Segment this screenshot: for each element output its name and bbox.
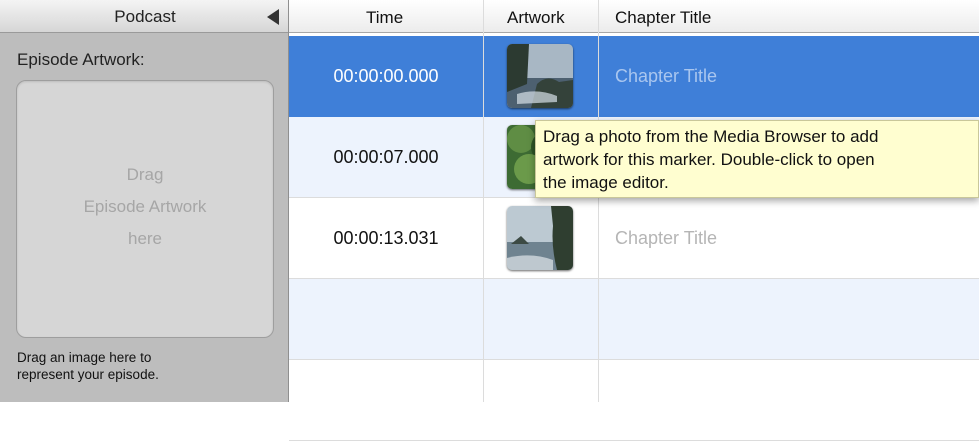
hint-line-1: Drag an image here to: [17, 350, 152, 365]
column-divider: [598, 0, 599, 402]
column-header-artwork[interactable]: Artwork: [507, 8, 565, 28]
column-header-time[interactable]: Time: [366, 8, 403, 28]
table-row[interactable]: 00:00:00.000 Chapter Title: [289, 36, 979, 117]
time-cell[interactable]: 00:00:13.031: [291, 228, 481, 249]
table-header: Time Artwork Chapter Title: [289, 0, 979, 33]
table-row: [289, 279, 979, 360]
artwork-hint: Drag an image here to represent your epi…: [17, 349, 159, 383]
sidebar-title: Podcast: [114, 7, 176, 26]
artwork-thumbnail[interactable]: [507, 206, 573, 270]
drop-text-line-1: Drag: [126, 165, 164, 184]
artwork-thumbnail[interactable]: [507, 44, 573, 108]
tooltip-line-1: Drag a photo from the Media Browser to a…: [543, 127, 879, 146]
tooltip-line-2: artwork for this marker. Double-click to…: [543, 150, 875, 169]
time-cell[interactable]: 00:00:07.000: [291, 147, 481, 168]
chapter-title-cell[interactable]: Chapter Title: [615, 228, 717, 249]
podcast-sidebar: Podcast Episode Artwork: Drag Episode Ar…: [0, 0, 289, 402]
collapse-triangle-icon[interactable]: [267, 9, 279, 25]
drop-text-line-3: here: [127, 229, 163, 248]
column-header-chapter-title[interactable]: Chapter Title: [615, 8, 711, 28]
chapter-table: Time Artwork Chapter Title 00:00:00.000 …: [289, 0, 979, 441]
table-row[interactable]: 00:00:13.031 Chapter Title: [289, 198, 979, 279]
sidebar-header: Podcast: [0, 0, 288, 33]
episode-artwork-label: Episode Artwork:: [17, 50, 145, 69]
episode-artwork-drop-well[interactable]: Drag Episode Artwork here: [16, 80, 274, 338]
hint-line-2: represent your episode.: [17, 367, 159, 382]
drop-text-line-2: Episode Artwork: [83, 197, 207, 216]
artwork-tooltip: Drag a photo from the Media Browser to a…: [535, 120, 979, 198]
tooltip-line-3: the image editor.: [543, 173, 669, 192]
table-row: [289, 360, 979, 441]
time-cell[interactable]: 00:00:00.000: [291, 66, 481, 87]
column-divider: [483, 0, 484, 402]
chapter-title-cell[interactable]: Chapter Title: [615, 66, 717, 87]
